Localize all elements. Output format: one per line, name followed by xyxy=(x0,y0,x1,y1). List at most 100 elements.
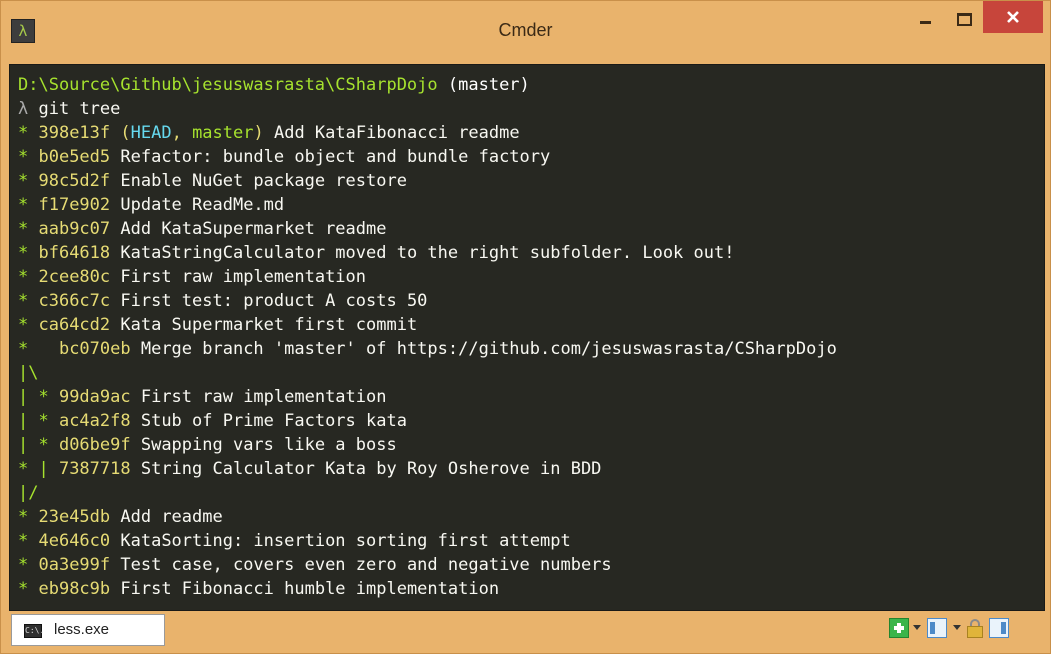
close-button[interactable] xyxy=(983,1,1043,33)
commit-message: Enable NuGet package restore xyxy=(110,171,407,191)
log-line: * f17e902 Update ReadMe.md xyxy=(18,193,284,217)
log-line: * c366c7c First test: product A costs 50 xyxy=(18,289,427,313)
commit-hash: c366c7c xyxy=(38,291,111,311)
new-console-icon[interactable] xyxy=(889,618,909,638)
log-line: * | 7387718 String Calculator Kata by Ro… xyxy=(18,457,601,481)
graph-marker: * xyxy=(18,123,39,143)
graph-marker: |\ xyxy=(18,363,39,383)
commit-message: Test case, covers even zero and negative… xyxy=(110,555,612,575)
commit-hash: 2cee80c xyxy=(38,267,111,287)
graph-marker: * xyxy=(18,219,39,239)
minimize-icon xyxy=(920,21,931,24)
commit-message: Add readme xyxy=(110,507,223,527)
console-output[interactable]: D:\Source\Github\jesuswasrasta\CSharpDoj… xyxy=(9,64,1045,611)
log-line: | * 99da9ac First raw implementation xyxy=(18,385,386,409)
graph-marker: * | xyxy=(18,459,59,479)
head-ref: HEAD xyxy=(130,123,172,143)
graph-marker: * xyxy=(18,507,39,527)
graph-marker: |/ xyxy=(18,483,39,503)
log-line: * 4e646c0 KataSorting: insertion sorting… xyxy=(18,529,571,553)
maximize-button[interactable] xyxy=(945,1,983,33)
commit-message: Add KataFibonacci readme xyxy=(263,123,520,143)
commit-message: KataStringCalculator moved to the right … xyxy=(110,243,735,263)
commit-hash: aab9c07 xyxy=(38,219,111,239)
console-tab[interactable]: C:\. less.exe xyxy=(11,614,165,646)
log-line: * bc070eb Merge branch 'master' of https… xyxy=(18,337,837,361)
commit-message: First test: product A costs 50 xyxy=(110,291,428,311)
commit-hash: 7387718 xyxy=(58,459,131,479)
commit-hash: f17e902 xyxy=(38,195,111,215)
split-dropdown-icon[interactable] xyxy=(953,625,961,630)
commit-hash: bf64618 xyxy=(38,243,111,263)
commit-message: Refactor: bundle object and bundle facto… xyxy=(110,147,551,167)
ref-labels: (HEAD, master) xyxy=(110,123,264,143)
commit-message: First Fibonacci humble implementation xyxy=(110,579,500,599)
commit-hash: b0e5ed5 xyxy=(38,147,111,167)
split-icon[interactable] xyxy=(927,618,947,638)
graph-marker: * xyxy=(18,531,39,551)
commit-message: First raw implementation xyxy=(110,267,367,287)
commit-hash: d06be9f xyxy=(58,435,131,455)
commit-message: KataSorting: insertion sorting first att… xyxy=(110,531,571,551)
prompt-symbol: λ xyxy=(18,99,29,119)
commit-hash: ca64cd2 xyxy=(38,315,111,335)
commit-message: First raw implementation xyxy=(130,387,387,407)
window-title: Cmder xyxy=(498,20,553,40)
graph-marker: * xyxy=(18,267,39,287)
graph-marker: * xyxy=(18,195,39,215)
graph-marker: * xyxy=(18,243,39,263)
commit-hash: 4e646c0 xyxy=(38,531,111,551)
graph-marker: * xyxy=(18,339,59,359)
log-line: * 98c5d2f Enable NuGet package restore xyxy=(18,169,407,193)
graph-marker: * xyxy=(18,579,39,599)
log-line: * 398e13f (HEAD, master) Add KataFibonac… xyxy=(18,121,520,145)
graph-marker: * xyxy=(18,147,39,167)
log-line: * 2cee80c First raw implementation xyxy=(18,265,366,289)
title-bar[interactable]: λ Cmder xyxy=(1,1,1050,63)
commit-hash: eb98c9b xyxy=(38,579,111,599)
new-console-dropdown-icon[interactable] xyxy=(913,625,921,630)
commit-message: Merge branch 'master' of https://github.… xyxy=(130,339,837,359)
commit-message: Kata Supermarket first commit xyxy=(110,315,418,335)
commit-hash: 23e45db xyxy=(38,507,111,527)
minimize-button[interactable] xyxy=(907,1,945,33)
prompt-line: D:\Source\Github\jesuswasrasta\CSharpDoj… xyxy=(18,73,530,97)
log-line: * aab9c07 Add KataSupermarket readme xyxy=(18,217,386,241)
log-line: * b0e5ed5 Refactor: bundle object and bu… xyxy=(18,145,550,169)
graph-marker: | * xyxy=(18,435,59,455)
graph-marker: | * xyxy=(18,387,59,407)
prompt-path: D:\Source\Github\jesuswasrasta\CSharpDoj… xyxy=(18,75,438,95)
graph-marker: * xyxy=(18,291,39,311)
log-line: | * d06be9f Swapping vars like a boss xyxy=(18,433,397,457)
graph-marker: * xyxy=(18,171,39,191)
commit-message: Update ReadMe.md xyxy=(110,195,285,215)
console-tab-label: less.exe xyxy=(54,621,110,638)
commit-message: Add KataSupermarket readme xyxy=(110,219,387,239)
commit-hash: 0a3e99f xyxy=(38,555,111,575)
status-bar: C:\. less.exe xyxy=(9,612,1043,648)
console-tab-icon: C:\. xyxy=(24,624,44,638)
log-line: * ca64cd2 Kata Supermarket first commit xyxy=(18,313,417,337)
commit-message: Stub of Prime Factors kata xyxy=(130,411,407,431)
commit-hash: ac4a2f8 xyxy=(58,411,131,431)
commit-message: Swapping vars like a boss xyxy=(130,435,397,455)
maximize-icon xyxy=(957,13,972,26)
command-line: λ git tree xyxy=(18,97,120,121)
close-icon xyxy=(1007,11,1019,23)
log-line: * 0a3e99f Test case, covers even zero an… xyxy=(18,553,612,577)
log-line: |/ xyxy=(18,481,38,505)
graph-marker: | * xyxy=(18,411,59,431)
log-line: * 23e45db Add readme xyxy=(18,505,223,529)
commit-hash: 99da9ac xyxy=(58,387,131,407)
prompt-branch: (master) xyxy=(447,75,530,95)
graph-marker: * xyxy=(18,555,39,575)
log-line: * eb98c9b First Fibonacci humble impleme… xyxy=(18,577,499,601)
commit-hash: bc070eb xyxy=(58,339,131,359)
log-line: |\ xyxy=(18,361,38,385)
log-line: | * ac4a2f8 Stub of Prime Factors kata xyxy=(18,409,407,433)
commit-hash: 398e13f xyxy=(38,123,111,143)
cmder-window: λ Cmder D:\Source\Github\jesuswasrasta\C… xyxy=(0,0,1051,654)
tile-icon[interactable] xyxy=(989,618,1009,638)
graph-marker: * xyxy=(18,315,39,335)
lock-icon[interactable] xyxy=(965,618,983,638)
